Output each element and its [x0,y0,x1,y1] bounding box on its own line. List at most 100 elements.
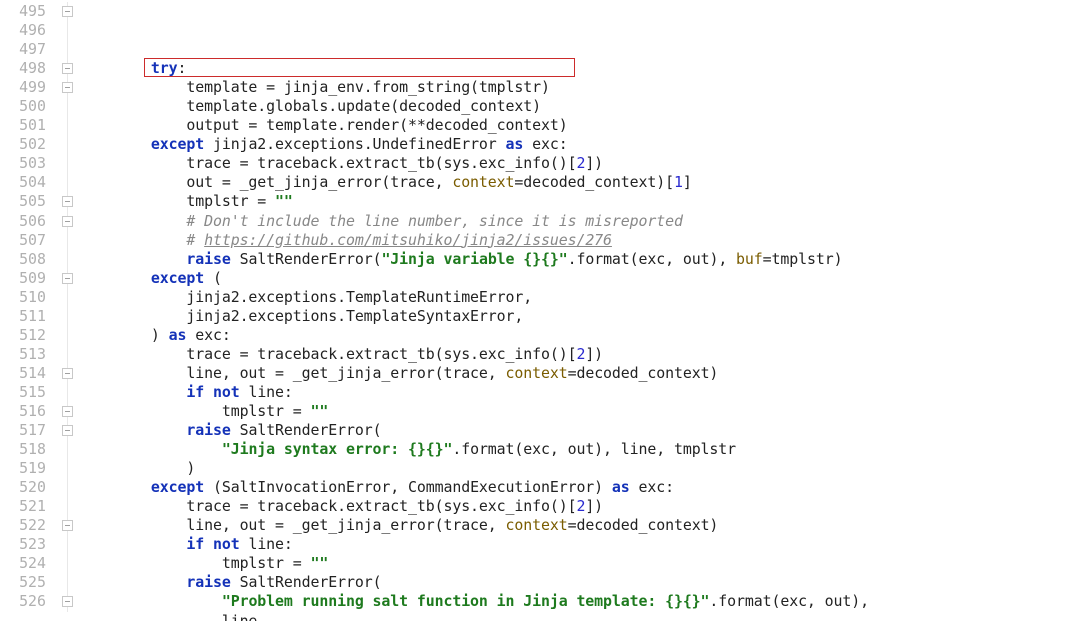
code-line[interactable]: except (SaltInvocationError, CommandExec… [80,478,1080,497]
fold-slot [58,2,80,21]
fold-toggle-icon[interactable] [62,406,73,417]
fold-slot [58,535,80,554]
code-line[interactable]: except ( [80,269,1080,288]
line-number: 513 [0,345,46,364]
fold-slot [58,97,80,116]
code-line[interactable]: out = _get_jinja_error(trace, context=de… [80,173,1080,192]
fold-toggle-icon[interactable] [62,196,73,207]
fold-toggle-icon[interactable] [62,82,73,93]
line-number: 511 [0,307,46,326]
line-number: 514 [0,364,46,383]
fold-slot [58,459,80,478]
code-line[interactable]: trace = traceback.extract_tb(sys.exc_inf… [80,154,1080,173]
fold-slot [58,250,80,269]
fold-slot [58,402,80,421]
line-number: 497 [0,40,46,59]
code-editor[interactable]: 4954964974984995005015025035045055065075… [0,0,1080,621]
code-line[interactable]: raise SaltRenderError( [80,421,1080,440]
code-line[interactable]: raise SaltRenderError( [80,573,1080,592]
code-line[interactable]: line, [80,612,1080,621]
fold-toggle-icon[interactable] [62,273,73,284]
code-line[interactable]: trace = traceback.extract_tb(sys.exc_inf… [80,345,1080,364]
fold-toggle-icon[interactable] [62,425,73,436]
fold-slot [58,154,80,173]
line-number: 522 [0,516,46,535]
code-line[interactable]: except jinja2.exceptions.UndefinedError … [80,135,1080,154]
code-line[interactable]: try: [80,59,1080,78]
line-number: 502 [0,135,46,154]
line-number: 504 [0,173,46,192]
code-line[interactable]: tmplstr = "" [80,402,1080,421]
fold-slot [58,59,80,78]
fold-toggle-icon[interactable] [62,596,73,607]
fold-slot [58,135,80,154]
line-number: 521 [0,497,46,516]
line-number: 501 [0,116,46,135]
code-line[interactable]: if not line: [80,383,1080,402]
line-number: 518 [0,440,46,459]
code-line[interactable]: template.globals.update(decoded_context) [80,97,1080,116]
line-number: 509 [0,269,46,288]
fold-toggle-icon[interactable] [62,6,73,17]
code-line[interactable]: raise SaltRenderError("Jinja variable {}… [80,250,1080,269]
code-line[interactable]: template = jinja_env.from_string(tmplstr… [80,78,1080,97]
fold-slot [58,364,80,383]
fold-slot [58,383,80,402]
fold-slot [58,269,80,288]
fold-slot [58,573,80,592]
line-number: 526 [0,592,46,611]
line-number: 517 [0,421,46,440]
code-line[interactable]: "Problem running salt function in Jinja … [80,592,1080,611]
code-line[interactable]: ) as exc: [80,326,1080,345]
code-line[interactable]: # https://github.com/mitsuhiko/jinja2/is… [80,231,1080,250]
fold-slot [58,345,80,364]
line-number: 525 [0,573,46,592]
line-number: 523 [0,535,46,554]
fold-slot [58,192,80,211]
fold-slot [58,592,80,611]
fold-slot [58,326,80,345]
line-number: 524 [0,554,46,573]
code-line[interactable]: tmplstr = "" [80,192,1080,211]
line-number: 519 [0,459,46,478]
code-line[interactable]: line, out = _get_jinja_error(trace, cont… [80,364,1080,383]
line-number: 498 [0,59,46,78]
code-line[interactable]: line, out = _get_jinja_error(trace, cont… [80,516,1080,535]
code-line[interactable]: jinja2.exceptions.TemplateRuntimeError, [80,288,1080,307]
line-number-gutter: 4954964974984995005015025035045055065075… [0,0,58,621]
code-line[interactable]: "Jinja syntax error: {}{}".format(exc, o… [80,440,1080,459]
fold-slot [58,21,80,40]
code-line[interactable]: tmplstr = "" [80,554,1080,573]
code-area[interactable]: try: template = jinja_env.from_string(tm… [80,0,1080,621]
fold-slot [58,116,80,135]
code-line[interactable]: jinja2.exceptions.TemplateSyntaxError, [80,307,1080,326]
line-number: 496 [0,21,46,40]
fold-slot [58,288,80,307]
fold-slot [58,478,80,497]
code-line[interactable]: # Don't include the line number, since i… [80,212,1080,231]
code-line[interactable]: if not line: [80,535,1080,554]
fold-slot [58,231,80,250]
line-number: 516 [0,402,46,421]
fold-slot [58,497,80,516]
fold-toggle-icon[interactable] [62,63,73,74]
code-line[interactable]: ) [80,459,1080,478]
fold-strip[interactable] [58,0,80,621]
fold-slot [58,307,80,326]
fold-slot [58,440,80,459]
line-number: 495 [0,2,46,21]
line-number: 505 [0,192,46,211]
code-line[interactable]: trace = traceback.extract_tb(sys.exc_inf… [80,497,1080,516]
line-number: 500 [0,97,46,116]
fold-slot [58,421,80,440]
fold-toggle-icon[interactable] [62,368,73,379]
fold-toggle-icon[interactable] [62,520,73,531]
line-number: 503 [0,154,46,173]
fold-slot [58,554,80,573]
fold-slot [58,40,80,59]
line-number: 520 [0,478,46,497]
code-line[interactable]: output = template.render(**decoded_conte… [80,116,1080,135]
fold-slot [58,78,80,97]
fold-toggle-icon[interactable] [62,216,73,227]
line-number: 507 [0,231,46,250]
